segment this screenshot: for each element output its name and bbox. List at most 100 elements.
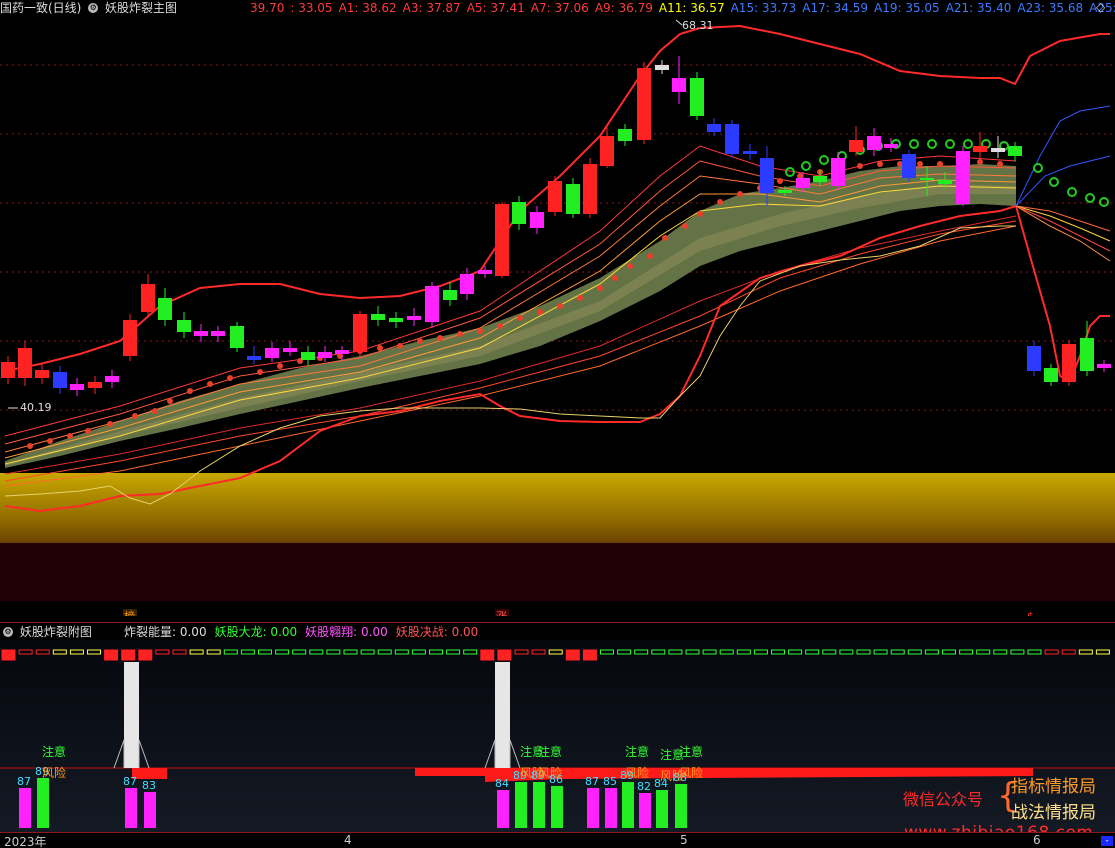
green-signal-ring (909, 139, 919, 149)
watermark-line1: 指标情报局 (1011, 777, 1096, 797)
attention-label: 注意 (42, 744, 66, 759)
signal-bar (144, 792, 156, 828)
stock-name[interactable]: 国药一致(日线) (0, 1, 81, 15)
main-readout-4: A5: 37.41 (466, 1, 525, 15)
energy-strip-cell (104, 649, 119, 661)
diamond-icon[interactable]: ◇ (1096, 1, 1108, 13)
candle (353, 311, 367, 356)
red-signal-dot (857, 163, 863, 169)
red-signal-dot (167, 398, 173, 404)
signal-bar-value: 87 (123, 775, 137, 788)
candle (1044, 364, 1058, 386)
sub-readout-0: 炸裂能量: 0.00 (124, 625, 207, 639)
red-signal-dot (227, 375, 233, 381)
candle (566, 178, 580, 218)
red-signal-dot (67, 433, 73, 439)
signal-bar-value: 87 (17, 775, 31, 788)
candle (1008, 142, 1022, 161)
high-price-label: 68.31 (682, 19, 714, 32)
candle (1027, 341, 1041, 376)
candle (211, 326, 225, 342)
red-signal-dot (477, 328, 483, 334)
candle (283, 341, 297, 356)
red-signal-dot (132, 413, 138, 419)
red-signal-dot (682, 223, 688, 229)
green-signal-ring (1067, 187, 1077, 197)
green-signal-ring (927, 139, 937, 149)
stock-chart-window: 国药一致(日线) ⚙ 妖股炸裂主图 39.70: 33.05 A1: 38.62 A… (0, 0, 1115, 848)
energy-strip-cell (138, 649, 153, 661)
signal-bar-value: 82 (637, 780, 651, 793)
red-signal-dot (207, 381, 213, 387)
green-signal-ring (819, 155, 829, 165)
candle (230, 322, 244, 352)
candle (831, 152, 845, 190)
signal-bar (605, 788, 617, 828)
main-indicator-name[interactable]: 妖股炸裂主图 (105, 1, 177, 15)
sub-indicator-name[interactable]: 妖股炸裂附图 (20, 625, 92, 639)
candle (991, 136, 1005, 158)
sub-readout-3: 妖股决战: 0.00 (395, 625, 479, 639)
red-signal-dot (662, 235, 668, 241)
attention-label: 注意 (679, 744, 703, 759)
red-signal-dot (597, 285, 603, 291)
green-signal-ring (801, 161, 811, 171)
main-readout-12: A23: 35.68 (1017, 1, 1084, 15)
red-signal-dot (937, 161, 943, 167)
main-indicator-readouts: 39.70: 33.05 A1: 38.62 A3: 37.87 A5: 37.41 A… (250, 0, 1115, 16)
sub-readout-2: 妖股翱翔: 0.00 (305, 625, 388, 639)
candle (973, 132, 987, 158)
energy-strip-cell (565, 649, 580, 661)
red-signal-dot (417, 338, 423, 344)
candle (18, 341, 32, 386)
red-signal-dot (497, 323, 503, 329)
risk-label: 风险 (679, 765, 703, 780)
red-signal-dot (737, 191, 743, 197)
red-signal-dot (647, 253, 653, 259)
candle (460, 268, 474, 300)
candle (637, 62, 651, 144)
signal-bar-value: 85 (603, 775, 617, 788)
candle (247, 346, 261, 364)
scroll-right-button[interactable]: - (1101, 836, 1113, 846)
candle (265, 342, 279, 362)
attention-label: 注意 (625, 744, 649, 759)
red-signal-dot (397, 343, 403, 349)
red-signal-dot (777, 178, 783, 184)
projection-fan-lines (1015, 105, 1111, 262)
red-signal-dot (697, 211, 703, 217)
main-readout-10: A19: 35.05 (874, 1, 940, 15)
gear-icon[interactable]: ⚙ (3, 626, 13, 637)
red-signal-dot (277, 363, 283, 369)
red-signal-dot (85, 428, 91, 434)
candle (618, 124, 632, 146)
gear-icon[interactable]: ⚙ (88, 2, 99, 13)
red-signal-dot (577, 295, 583, 301)
candle (478, 266, 492, 278)
dark-floor-band (0, 543, 1115, 601)
candle (443, 282, 457, 306)
red-signal-dot (977, 159, 983, 165)
main-readout-5: A7: 37.06 (530, 1, 589, 15)
signal-bar (19, 788, 31, 828)
red-signal-dot (997, 161, 1003, 167)
marker-zhang: 涨 (496, 610, 507, 616)
red-signal-dot (877, 161, 883, 167)
date-label-4: 4 (344, 833, 352, 847)
main-readout-7: A11: 36.57 (658, 1, 725, 15)
marker-bang: 榜 (124, 609, 135, 616)
red-signal-dot (47, 438, 53, 444)
candle (743, 144, 757, 160)
candle (849, 126, 863, 156)
signal-bar (587, 788, 599, 828)
red-signal-dot (517, 315, 523, 321)
red-signal-dot (457, 331, 463, 337)
green-signal-ring (1099, 197, 1109, 207)
red-signal-dot (627, 263, 633, 269)
candle (389, 312, 403, 328)
date-label-6: 6 (1033, 833, 1041, 847)
signal-bar (515, 782, 527, 828)
main-readout-8: A15: 33.73 (730, 1, 797, 15)
marker-dollar: $ (1027, 610, 1034, 616)
candle (1080, 321, 1094, 376)
